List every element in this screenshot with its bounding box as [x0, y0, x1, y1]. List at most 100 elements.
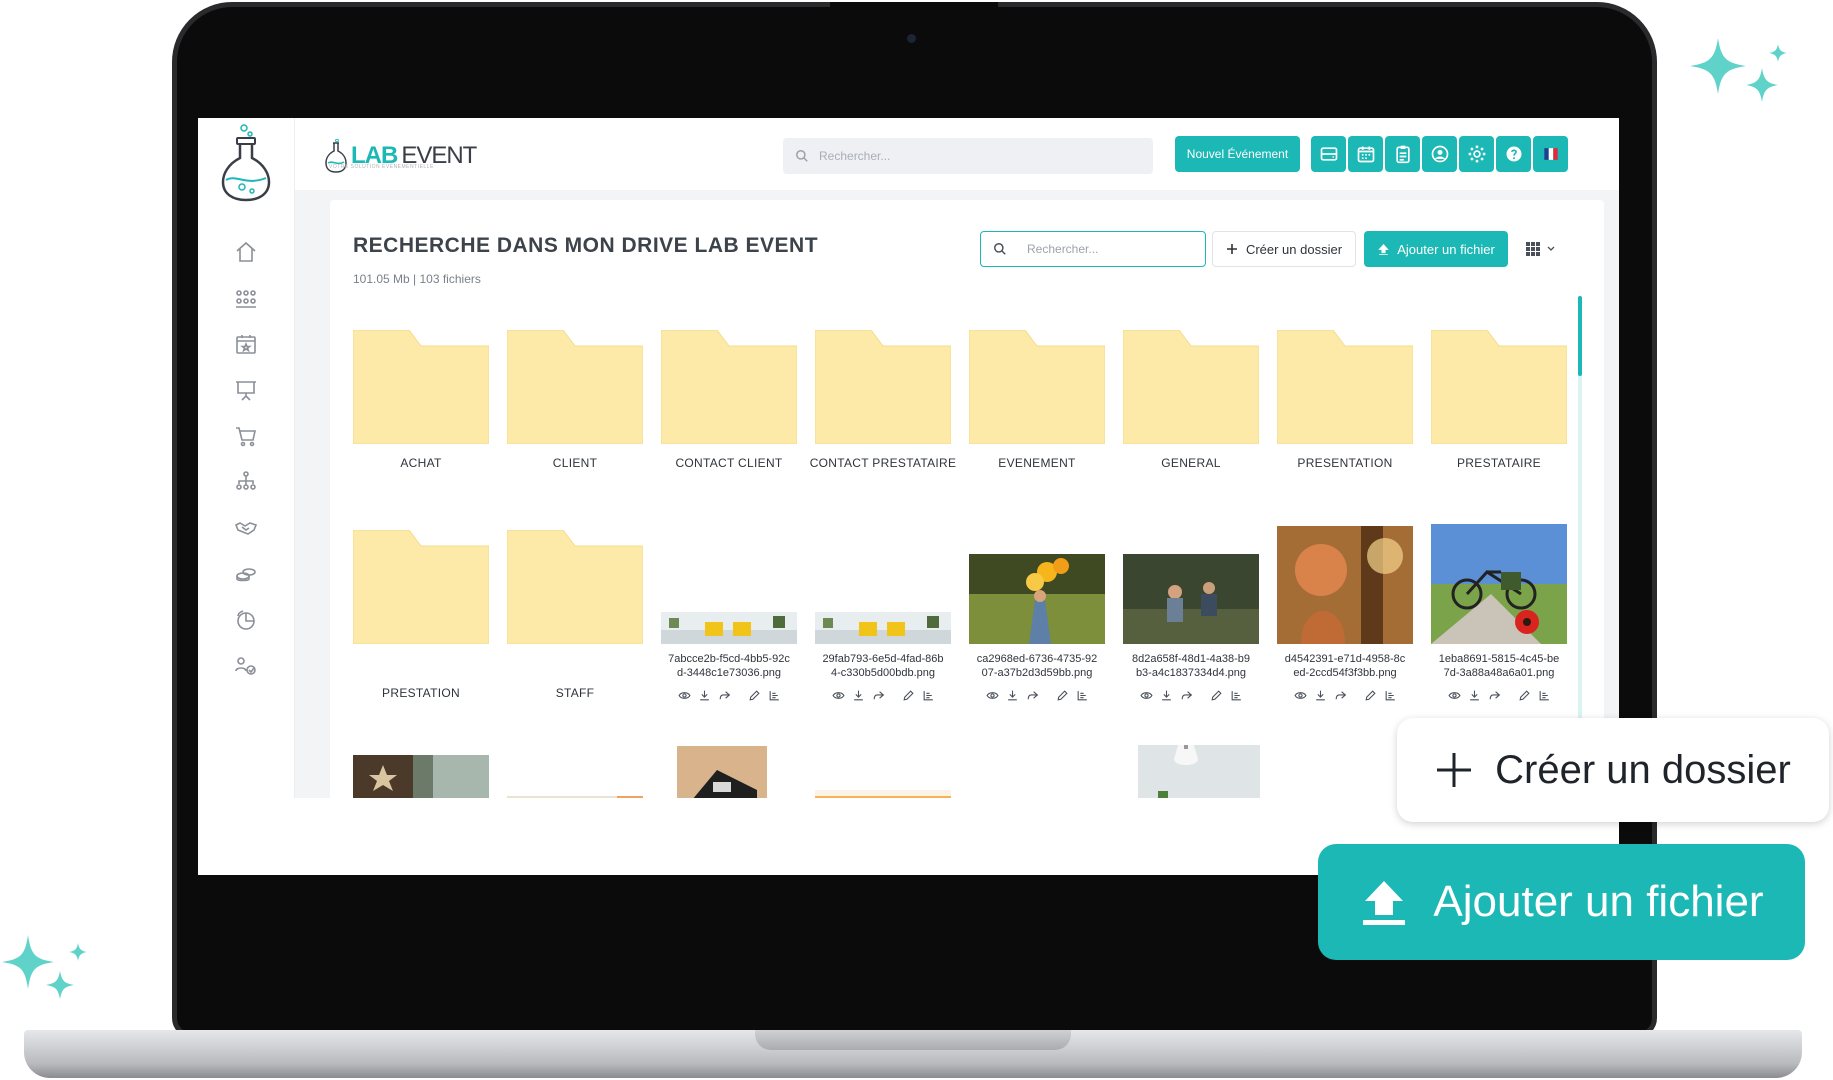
- view-icon[interactable]: [985, 688, 999, 702]
- folder-icon: [1431, 330, 1567, 444]
- sidebar-item-partners[interactable]: [232, 514, 260, 542]
- chevron-down-icon: [1547, 246, 1555, 251]
- share-icon[interactable]: [1179, 688, 1193, 702]
- download-icon[interactable]: [1159, 688, 1173, 702]
- calendar-button[interactable]: [1348, 136, 1383, 172]
- file-name-line2: ed-2ccd54f3f3bb.png: [1293, 667, 1397, 679]
- download-icon[interactable]: [1005, 688, 1019, 702]
- sidebar-item-purchases[interactable]: [232, 422, 260, 450]
- global-search-input[interactable]: Rechercher...: [783, 138, 1153, 174]
- download-icon[interactable]: [1313, 688, 1327, 702]
- view-icon[interactable]: [677, 688, 691, 702]
- help-icon: [1506, 146, 1521, 162]
- rename-icon[interactable]: [1517, 688, 1531, 702]
- sidebar-item-home[interactable]: [232, 238, 260, 266]
- share-icon[interactable]: [1025, 688, 1039, 702]
- move-icon[interactable]: [767, 688, 781, 702]
- folder-label: CLIENT: [552, 456, 598, 470]
- move-icon[interactable]: [1229, 688, 1243, 702]
- main-area: LAB EVENT VOTRE SOLUTION ÉVÉNEMENTIELLE …: [295, 118, 1619, 798]
- upload-file-callout-label: Ajouter un fichier: [1433, 877, 1764, 926]
- move-icon[interactable]: [1383, 688, 1397, 702]
- file-name-line1: 29fab793-6e5d-4fad-86b: [822, 653, 944, 665]
- rename-icon[interactable]: [1209, 688, 1223, 702]
- upload-file-callout-button[interactable]: Ajouter un fichier: [1318, 844, 1805, 960]
- folder-icon: [815, 330, 951, 444]
- folder-label: GENERAL: [1161, 456, 1221, 470]
- file-name: 1eba8691-5815-4c45-be 7d-3a88a48a6a01.png: [1425, 652, 1573, 680]
- download-icon[interactable]: [851, 688, 865, 702]
- move-icon[interactable]: [1537, 688, 1551, 702]
- lab-flask-logo-icon[interactable]: [220, 124, 272, 202]
- clipboard-button[interactable]: [1385, 136, 1420, 172]
- sidebar-item-admin[interactable]: [232, 652, 260, 680]
- search-icon: [796, 150, 808, 162]
- download-icon[interactable]: [1467, 688, 1481, 702]
- file-name: 8d2a658f-48d1-4a38-b9 b3-a4c1837334d4.png: [1117, 652, 1265, 680]
- share-icon[interactable]: [1333, 688, 1347, 702]
- create-folder-button[interactable]: Créer un dossier: [1212, 231, 1356, 267]
- sidebar-item-team[interactable]: [232, 284, 260, 312]
- sidebar-item-events[interactable]: [232, 330, 260, 358]
- drive-search-input[interactable]: Rechercher...: [980, 231, 1206, 267]
- view-icon[interactable]: [1293, 688, 1307, 702]
- page-title: RECHERCHE DANS MON DRIVE LAB EVENT: [353, 234, 819, 257]
- sidebar-item-finance[interactable]: [232, 560, 260, 588]
- view-toggle-button[interactable]: [1514, 231, 1566, 267]
- scrollbar-thumb[interactable]: [1578, 296, 1582, 376]
- sidebar-item-presentation[interactable]: [232, 376, 260, 404]
- clipboard-icon: [1395, 145, 1410, 164]
- dashboard-button[interactable]: [1311, 136, 1346, 172]
- file-actions: [815, 688, 951, 702]
- file-thumbnail: [1123, 554, 1259, 644]
- file-name-line2: 7d-3a88a48a6a01.png: [1443, 667, 1555, 679]
- create-folder-label: Créer un dossier: [1245, 241, 1343, 257]
- grid-view-icon: [1526, 242, 1540, 256]
- file-name-line1: d4542391-e71d-4958-8c: [1284, 653, 1406, 665]
- move-icon[interactable]: [1075, 688, 1089, 702]
- folder-label: PRESENTATION: [1297, 456, 1393, 470]
- rename-icon[interactable]: [1363, 688, 1377, 702]
- view-icon[interactable]: [831, 688, 845, 702]
- sidebar-item-statistics[interactable]: [232, 606, 260, 634]
- settings-button[interactable]: [1459, 136, 1494, 172]
- create-folder-callout-button[interactable]: Créer un dossier: [1397, 718, 1829, 822]
- drive-panel: RECHERCHE DANS MON DRIVE LAB EVENT 101.0…: [330, 200, 1604, 798]
- plus-icon: [1437, 753, 1472, 787]
- rename-icon[interactable]: [901, 688, 915, 702]
- language-button[interactable]: [1533, 136, 1568, 172]
- view-icon[interactable]: [1447, 688, 1461, 702]
- laptop-trackpad-notch: [755, 1030, 1071, 1050]
- user-icon: [1431, 145, 1448, 163]
- gear-icon: [1468, 145, 1485, 163]
- download-icon[interactable]: [697, 688, 711, 702]
- file-name-line1: ca2968ed-6736-4735-92: [976, 653, 1098, 665]
- help-button[interactable]: [1496, 136, 1531, 172]
- folder-icon: [969, 330, 1105, 444]
- share-icon[interactable]: [717, 688, 731, 702]
- profile-button[interactable]: [1422, 136, 1457, 172]
- create-folder-callout-label: Créer un dossier: [1495, 747, 1791, 792]
- brand-logo[interactable]: LAB EVENT: [325, 134, 477, 178]
- sparkle-top-right-icon: [1690, 38, 1787, 102]
- flag-fr-icon: [1543, 148, 1558, 160]
- sidebar-item-organization[interactable]: [232, 468, 260, 496]
- share-icon[interactable]: [871, 688, 885, 702]
- file-actions: [661, 688, 797, 702]
- rename-icon[interactable]: [1055, 688, 1069, 702]
- folder-label: PRESTATION: [382, 686, 460, 700]
- rename-icon[interactable]: [747, 688, 761, 702]
- share-icon[interactable]: [1487, 688, 1501, 702]
- file-name-line1: 7abcce2b-f5cd-4bb5-92c: [668, 653, 790, 665]
- upload-icon: [1378, 243, 1389, 255]
- upload-file-button[interactable]: Ajouter un fichier: [1364, 231, 1508, 267]
- settings-users-icon: [235, 657, 256, 675]
- calendar-icon: [1357, 146, 1374, 163]
- folder-label: ACHAT: [400, 456, 442, 470]
- file-name-line2: 4-c330b5d00bdb.png: [831, 667, 935, 679]
- new-event-button[interactable]: Nouvel Événement: [1175, 136, 1300, 172]
- move-icon[interactable]: [921, 688, 935, 702]
- view-icon[interactable]: [1139, 688, 1153, 702]
- folder-icon: [1123, 330, 1259, 444]
- cart-icon: [236, 427, 256, 447]
